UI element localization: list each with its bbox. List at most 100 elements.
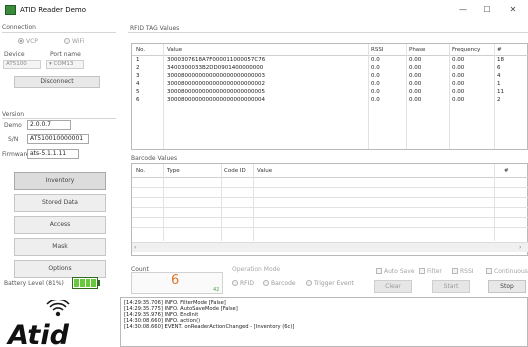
table-row[interactable]: 1 3000307618A7F000011000057C76 0.0 0.00 … xyxy=(132,57,528,65)
inventory-button[interactable]: Inventory xyxy=(14,172,106,190)
scroll-right-icon[interactable]: › xyxy=(519,244,521,251)
close-button[interactable]: ✕ xyxy=(502,3,524,17)
barcode-col-value[interactable]: Value xyxy=(257,168,272,174)
rfid-col-count[interactable]: # xyxy=(497,47,502,53)
rfid-divider xyxy=(128,32,528,33)
log-output[interactable]: [14:29:35.706] INFO. FilterMode [False] … xyxy=(120,297,528,347)
stored-data-button[interactable]: Stored Data xyxy=(14,194,106,212)
continuous-checkbox[interactable]: Continuous xyxy=(486,268,528,275)
row-rssi: 0.0 xyxy=(371,89,380,95)
rfid-col-rssi[interactable]: RSSI xyxy=(371,47,383,53)
battery-cell xyxy=(74,279,79,287)
row-frequency: 0.00 xyxy=(452,65,465,71)
rssi-box xyxy=(452,268,458,274)
mode-rfid-indicator xyxy=(232,280,238,286)
firmware-field: ats-5.1.1.11 xyxy=(27,149,79,159)
row-value: 3000800000000000000000000005 xyxy=(167,89,265,95)
row-phase: 0.00 xyxy=(409,81,422,87)
port-select[interactable]: ▾ COM13 xyxy=(46,60,84,69)
row-rssi: 0.0 xyxy=(371,57,380,63)
continuous-label: Continuous xyxy=(494,268,528,275)
table-row[interactable]: 5 3000800000000000000000000005 0.0 0.00 … xyxy=(132,89,528,97)
row-value: 3000800000000000000000000002 xyxy=(167,81,265,87)
log-line: [14:30:08.660] EVENT. onReaderActionChan… xyxy=(124,324,295,330)
stop-button[interactable]: Stop xyxy=(488,280,526,293)
radio-wifi[interactable]: WiFi xyxy=(64,38,84,45)
row-count: 11 xyxy=(497,89,504,95)
row-frequency: 0.00 xyxy=(452,97,465,103)
demo-label: Demo xyxy=(4,122,22,129)
title-bar: ATID Reader Demo — ☐ ✕ xyxy=(0,0,528,22)
table-row[interactable]: 2 3400300033B2DD0901400000000 0.0 0.00 0… xyxy=(132,65,528,73)
row-divider xyxy=(132,197,528,198)
options-button[interactable]: Options xyxy=(14,260,106,278)
rfid-col-no[interactable]: No. xyxy=(136,47,145,53)
radio-wifi-indicator xyxy=(64,38,70,44)
row-phase: 0.00 xyxy=(409,97,422,103)
row-divider xyxy=(132,217,528,218)
battery-level-label: Battery Level (81%) xyxy=(4,280,64,287)
row-divider xyxy=(132,187,528,188)
table-row[interactable]: 3 3000800000000000000000000003 0.0 0.00 … xyxy=(132,73,528,81)
rfid-col-frequency[interactable]: Frequency xyxy=(452,47,480,53)
row-divider xyxy=(132,227,528,228)
row-no: 1 xyxy=(136,57,140,63)
mask-button[interactable]: Mask xyxy=(14,238,106,256)
horizontal-scrollbar[interactable]: ‹ › xyxy=(132,242,528,252)
rssi-checkbox[interactable]: RSSI xyxy=(452,268,474,275)
device-select[interactable]: AT5100 xyxy=(3,60,41,69)
rssi-label: RSSI xyxy=(460,268,474,275)
row-phase: 0.00 xyxy=(409,73,422,79)
auto-save-checkbox[interactable]: Auto Save xyxy=(376,268,415,275)
row-phase: 0.00 xyxy=(409,65,422,71)
version-group-label: Version xyxy=(2,111,25,118)
row-no: 6 xyxy=(136,97,140,103)
start-button[interactable]: Start xyxy=(432,280,470,293)
mode-trigger-event-label: Trigger Event xyxy=(314,280,354,287)
barcode-col-code-id[interactable]: Code ID xyxy=(224,168,246,174)
disconnect-button[interactable]: Disconnect xyxy=(14,76,100,88)
radio-vcp-label: VCP xyxy=(26,38,38,45)
radio-vcp-indicator xyxy=(18,38,24,44)
battery-cell xyxy=(91,279,96,287)
radio-vcp[interactable]: VCP xyxy=(18,38,38,45)
clear-button[interactable]: Clear xyxy=(374,280,412,293)
atid-logo-text: Atid xyxy=(6,320,70,347)
row-no: 4 xyxy=(136,81,140,87)
row-divider xyxy=(132,207,528,208)
continuous-box xyxy=(486,268,492,274)
version-divider xyxy=(2,118,116,119)
connection-divider xyxy=(2,32,116,33)
barcode-col-no[interactable]: No. xyxy=(136,168,145,174)
access-button[interactable]: Access xyxy=(14,216,106,234)
filter-label: Filter xyxy=(427,268,442,275)
row-count: 2 xyxy=(497,97,501,103)
rfid-col-phase[interactable]: Phase xyxy=(409,47,425,53)
app-icon xyxy=(5,5,16,15)
mode-barcode-radio[interactable]: Barcode xyxy=(263,280,296,287)
rfid-col-value[interactable]: Value xyxy=(167,47,182,53)
row-count: 6 xyxy=(497,65,501,71)
serial-number-field: AT510010000001 xyxy=(27,134,89,144)
battery-tip xyxy=(98,280,100,286)
mode-rfid-radio[interactable]: RFID xyxy=(232,280,254,287)
minimize-button[interactable]: — xyxy=(452,3,474,17)
filter-checkbox[interactable]: Filter xyxy=(419,268,442,275)
barcode-col-type[interactable]: Type xyxy=(167,168,180,174)
row-no: 5 xyxy=(136,89,140,95)
barcode-col-count[interactable]: # xyxy=(504,168,509,174)
scroll-left-icon[interactable]: ‹ xyxy=(134,244,136,251)
auto-save-box xyxy=(376,268,382,274)
row-value: 3400300033B2DD0901400000000 xyxy=(167,65,264,71)
table-row[interactable]: 4 3000800000000000000000000002 0.0 0.00 … xyxy=(132,81,528,89)
maximize-button[interactable]: ☐ xyxy=(476,3,498,17)
battery-cell xyxy=(85,279,91,287)
column-divider xyxy=(253,164,254,241)
filter-box xyxy=(419,268,425,274)
atid-logo: Atid xyxy=(6,300,70,347)
row-frequency: 0.00 xyxy=(452,89,465,95)
table-row[interactable]: 6 3000800000000000000000000004 0.0 0.00 … xyxy=(132,97,528,105)
mode-trigger-event-indicator xyxy=(306,280,312,286)
battery-cell xyxy=(79,279,85,287)
mode-trigger-event-radio[interactable]: Trigger Event xyxy=(306,280,354,287)
